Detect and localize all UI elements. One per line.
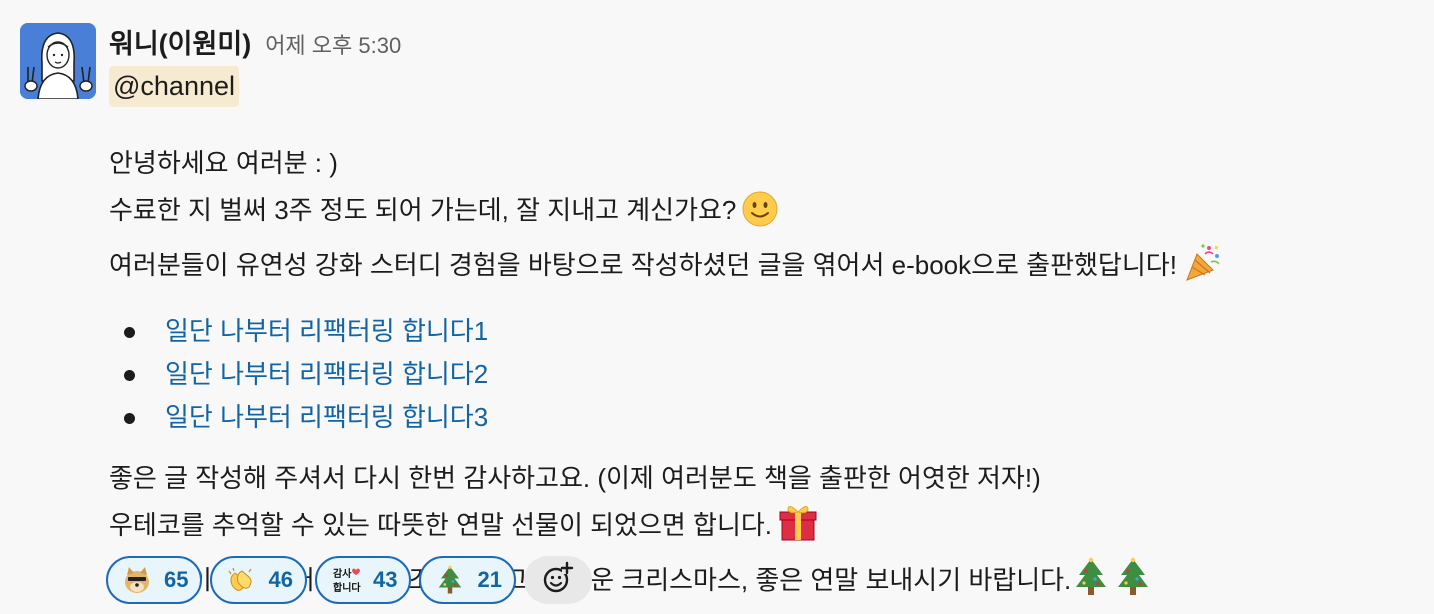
author-name[interactable]: 워니(이원미) [109, 22, 251, 61]
message-timestamp[interactable]: 어제 오후 5:30 [265, 28, 401, 60]
christmas-tree-icon [435, 565, 465, 595]
clapping-hands-icon [226, 565, 256, 595]
ebook-link-3[interactable]: 일단 나부터 리팩터링 합니다3 [165, 402, 488, 432]
list-item: 일단 나부터 리팩터링 합니다2 [109, 353, 1409, 396]
reaction-bar: 65 46 감사 합니다 43 21 [106, 556, 592, 604]
reaction-doge[interactable]: 65 [106, 556, 203, 604]
thanks-custom-icon: 감사 합니다 [331, 565, 361, 595]
party-popper-icon [1183, 242, 1223, 297]
channel-mention[interactable]: @channel [109, 66, 239, 107]
reaction-count: 65 [164, 567, 189, 592]
reaction-clap[interactable]: 46 [210, 556, 307, 604]
doge-sunglasses-icon [122, 565, 152, 595]
text-line: 여러분들이 유연성 강화 스터디 경험을 바탕으로 작성하셨던 글을 엮어서 e… [109, 242, 1409, 297]
text-line: 우테코를 추억할 수 있는 따뜻한 연말 선물이 되었으면 합니다. [109, 502, 1409, 557]
christmas-tree-icon [1073, 557, 1109, 612]
message-content: 워니(이원미) 어제 오후 5:30 @channel 안녕하세요 여러분 : … [109, 22, 1409, 612]
bullet [124, 370, 135, 381]
add-emoji-icon [540, 560, 576, 601]
slightly-smiling-face-icon [742, 191, 778, 242]
message-header: 워니(이원미) 어제 오후 5:30 [109, 22, 1409, 62]
reaction-thanks[interactable]: 감사 합니다 43 [314, 556, 412, 604]
message: 워니(이원미) 어제 오후 5:30 @channel 안녕하세요 여러분 : … [0, 0, 1434, 614]
christmas-tree-icon [1115, 557, 1151, 612]
list-item: 일단 나부터 리팩터링 합니다1 [109, 310, 1409, 353]
reaction-count: 46 [268, 567, 293, 592]
text-line: 안녕하세요 여러분 : ) [109, 140, 1409, 187]
text-line-content: 좋은 글 작성해 주셔서 다시 한번 감사하고요. (이제 여러분도 책을 출판… [109, 463, 1041, 493]
bullet [124, 413, 135, 424]
text-line: 좋은 글 작성해 주셔서 다시 한번 감사하고요. (이제 여러분도 책을 출판… [109, 455, 1409, 502]
link-list: 일단 나부터 리팩터링 합니다1 일단 나부터 리팩터링 합니다2 일단 나부터… [109, 310, 1409, 439]
svg-text:감사: 감사 [333, 567, 352, 580]
avatar-illustration [20, 23, 96, 99]
add-reaction-button[interactable] [523, 556, 592, 604]
text-line-content: 안녕하세요 여러분 : ) [109, 148, 338, 178]
text-line-content: 여러분들이 유연성 강화 스터디 경험을 바탕으로 작성하셨던 글을 엮어서 e… [109, 250, 1177, 280]
reaction-christmas-tree[interactable]: 21 [419, 556, 516, 604]
svg-text:합니다: 합니다 [333, 581, 361, 594]
reaction-count: 43 [372, 567, 398, 592]
ebook-link-1[interactable]: 일단 나부터 리팩터링 합니다1 [165, 316, 488, 346]
message-paragraph-1: 안녕하세요 여러분 : ) 수료한 지 벌써 3주 정도 되어 가는데, 잘 지… [109, 140, 1409, 297]
list-item: 일단 나부터 리팩터링 합니다3 [109, 396, 1409, 439]
reaction-count: 21 [477, 567, 502, 592]
text-line: 수료한 지 벌써 3주 정도 되어 가는데, 잘 지내고 계신가요? [109, 187, 1409, 242]
bullet [124, 327, 135, 338]
wrapped-gift-icon [778, 502, 818, 557]
ebook-link-2[interactable]: 일단 나부터 리팩터링 합니다2 [165, 359, 488, 389]
text-line-content: 우테코를 추억할 수 있는 따뜻한 연말 선물이 되었으면 합니다. [109, 510, 773, 540]
text-line-content: 수료한 지 벌써 3주 정도 되어 가는데, 잘 지내고 계신가요? [109, 195, 737, 225]
avatar[interactable] [20, 23, 96, 99]
